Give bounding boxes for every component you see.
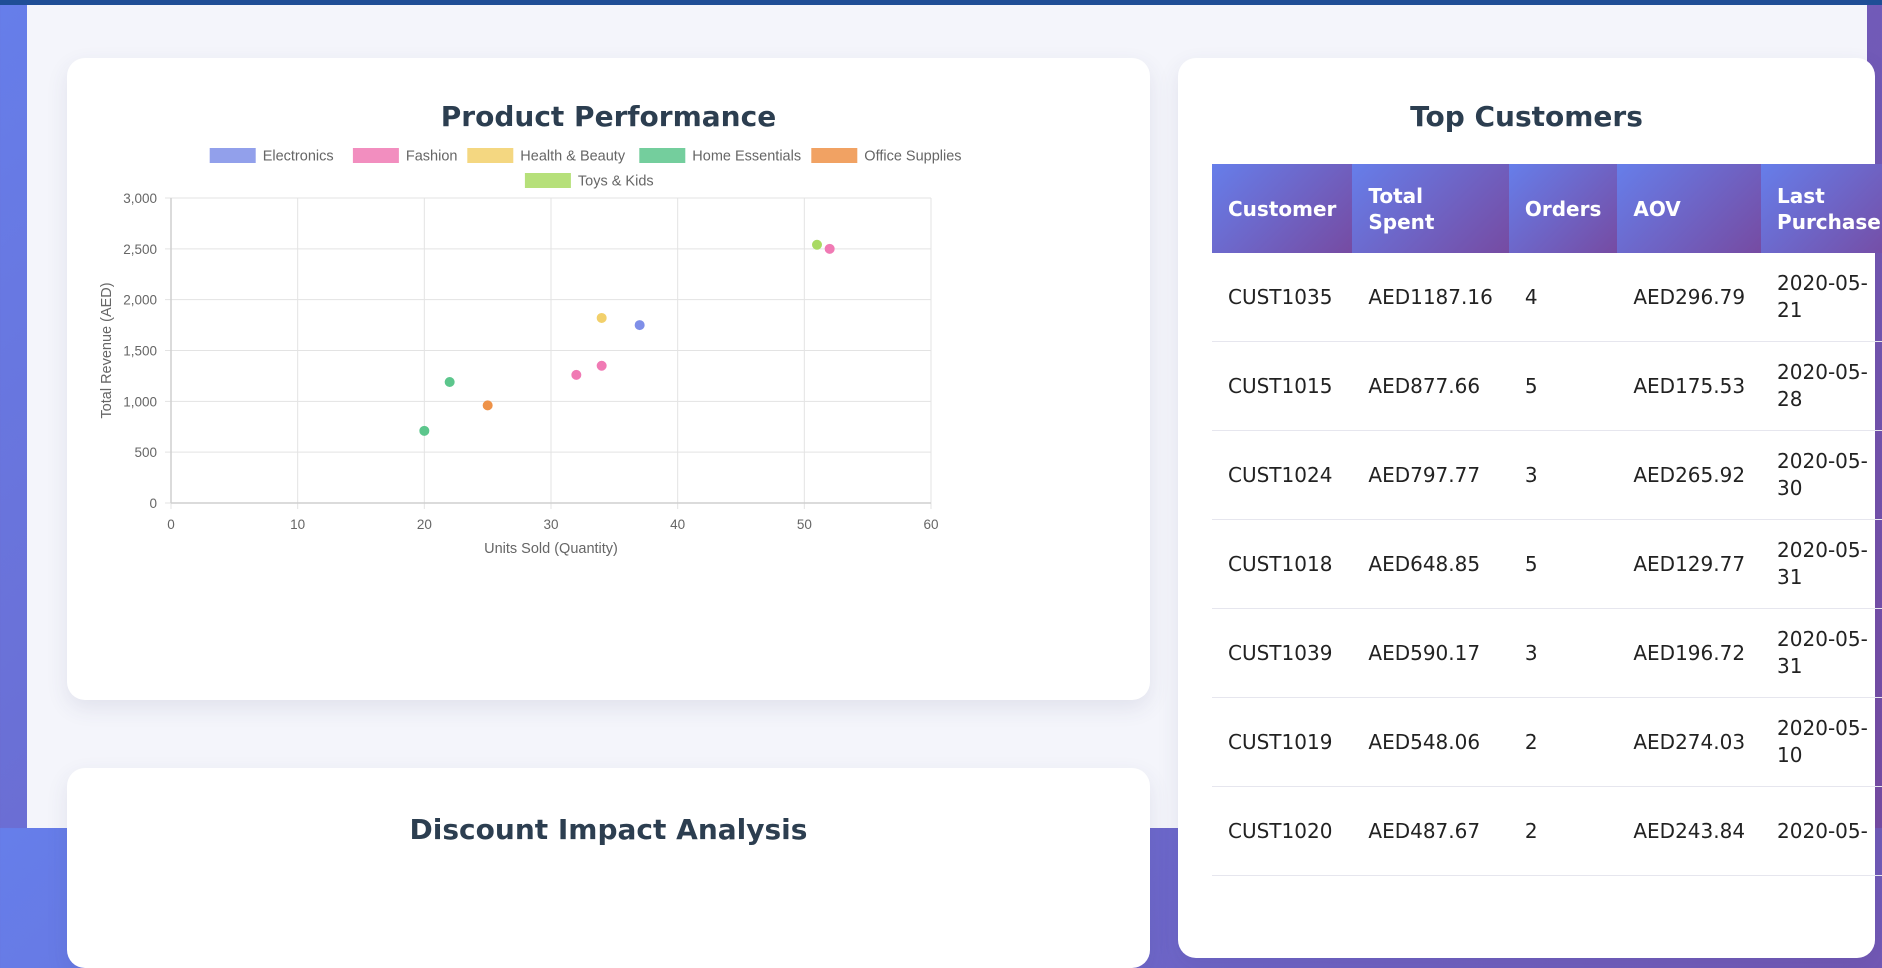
top-customers-title: Top Customers	[1410, 100, 1643, 133]
legend-swatch	[467, 148, 514, 163]
y-tick-label: 2,000	[123, 293, 157, 308]
total-spent-cell: AED590.17	[1352, 608, 1509, 698]
column-header-total-spent[interactable]: Total Spent	[1352, 164, 1509, 253]
legend-label: Health & Beauty	[520, 149, 626, 165]
legend-label: Home Essentials	[692, 149, 801, 165]
table-row[interactable]: CUST1024 AED797.77 3 AED265.92 2020-05-30	[1212, 430, 1882, 520]
orders-cell: 3	[1508, 430, 1618, 520]
aov-cell: AED196.72	[1617, 608, 1762, 698]
data-point	[634, 320, 645, 331]
y-tick-label: 2,500	[123, 242, 157, 257]
legend-label: Fashion	[406, 149, 458, 165]
last-purchase-cell: 2020-05-28	[1761, 341, 1882, 431]
total-spent-cell: AED877.66	[1352, 341, 1509, 431]
aov-cell: AED243.84	[1617, 786, 1762, 876]
column-header-orders[interactable]: Orders	[1508, 164, 1618, 253]
y-tick-label: 0	[149, 496, 157, 511]
column-header-last-purchase[interactable]: Last Purchase	[1761, 164, 1882, 253]
customer-id-cell: CUST1019	[1212, 697, 1353, 787]
column-header-aov[interactable]: AOV	[1617, 164, 1762, 253]
customer-id-cell: CUST1020	[1212, 786, 1353, 876]
product-performance-card: Product Performance 0 10 20 30 40 50 60 0 500 1,0…	[67, 58, 1150, 700]
last-purchase-cell: 2020-05-10	[1761, 697, 1882, 787]
x-axis-title: Units Sold (Quantity)	[484, 541, 618, 557]
x-tick-label: 20	[417, 517, 432, 532]
last-purchase-cell: 2020-05-21	[1761, 253, 1882, 342]
table-header-row: Customer Total Spent Orders AOV Last Pur…	[1212, 164, 1882, 253]
legend-swatch	[811, 148, 858, 163]
column-header-customer[interactable]: Customer	[1212, 164, 1353, 253]
orders-cell: 5	[1508, 519, 1618, 609]
total-spent-cell: AED548.06	[1352, 697, 1509, 787]
legend-swatch	[352, 148, 399, 163]
data-point	[824, 243, 835, 254]
total-spent-cell: AED797.77	[1352, 430, 1509, 520]
x-tick-label: 60	[923, 517, 938, 532]
customer-id-cell: CUST1035	[1212, 253, 1353, 342]
data-point	[444, 377, 455, 388]
aov-cell: AED175.53	[1617, 341, 1762, 431]
legend-label: Office Supplies	[864, 149, 961, 165]
customer-id-cell: CUST1018	[1212, 519, 1353, 609]
legend-swatch	[639, 148, 686, 163]
aov-cell: AED296.79	[1617, 253, 1762, 342]
orders-cell: 2	[1508, 786, 1618, 876]
x-tick-label: 10	[290, 517, 305, 532]
data-point	[482, 400, 493, 411]
total-spent-cell: AED1187.16	[1352, 253, 1509, 342]
y-tick-label: 3,000	[123, 191, 157, 206]
orders-cell: 2	[1508, 697, 1618, 787]
data-point	[596, 312, 607, 323]
legend-label: Electronics	[263, 149, 334, 165]
orders-cell: 4	[1508, 253, 1618, 342]
customer-id-cell: CUST1024	[1212, 430, 1353, 520]
y-tick-label: 500	[134, 445, 157, 460]
x-tick-label: 30	[543, 517, 558, 532]
customer-id-cell: CUST1015	[1212, 341, 1353, 431]
x-tick-label: 0	[167, 517, 175, 532]
x-tick-label: 50	[797, 517, 812, 532]
last-purchase-cell: 2020-05-	[1761, 786, 1882, 876]
orders-cell: 3	[1508, 608, 1618, 698]
dashboard-canvas: Product Performance 0 10 20 30 40 50 60 0 500 1,0…	[27, 5, 1882, 968]
table-row[interactable]: CUST1018 AED648.85 5 AED129.77 2020-05-31	[1212, 519, 1882, 609]
table-row[interactable]: CUST1039 AED590.17 3 AED196.72 2020-05-31	[1212, 608, 1882, 698]
x-tick-label: 40	[670, 517, 685, 532]
legend-swatch	[524, 173, 571, 188]
top-customers-card: Top Customers Customer Total Spent Order…	[1178, 58, 1882, 958]
orders-cell: 5	[1508, 341, 1618, 431]
aov-cell: AED274.03	[1617, 697, 1762, 787]
product-performance-scatter-chart: 0 10 20 30 40 50 60 0 500 1,000 1,500 2,000 2,500 3,0…	[99, 148, 962, 557]
last-purchase-cell: 2020-05-31	[1761, 519, 1882, 609]
y-tick-label: 1,500	[123, 344, 157, 359]
discount-impact-card: Discount Impact Analysis	[67, 768, 1150, 968]
y-tick-label: 1,000	[123, 394, 157, 409]
customer-id-cell: CUST1039	[1212, 608, 1353, 698]
last-purchase-cell: 2020-05-31	[1761, 608, 1882, 698]
discount-impact-title: Discount Impact Analysis	[409, 813, 808, 846]
legend-swatch	[209, 148, 256, 163]
aov-cell: AED129.77	[1617, 519, 1762, 609]
total-spent-cell: AED487.67	[1352, 786, 1509, 876]
table-row[interactable]: CUST1015 AED877.66 5 AED175.53 2020-05-28	[1212, 341, 1882, 431]
top-customers-table: Customer Total Spent Orders AOV Last Pur…	[1212, 164, 1882, 876]
data-point	[812, 239, 822, 250]
table-row[interactable]: CUST1019 AED548.06 2 AED274.03 2020-05-10	[1212, 697, 1882, 787]
last-purchase-cell: 2020-05-30	[1761, 430, 1882, 520]
y-axis-title: Total Revenue (AED)	[99, 282, 115, 418]
data-point	[596, 360, 607, 371]
data-point	[571, 369, 582, 380]
table-row[interactable]: CUST1035 AED1187.16 4 AED296.79 2020-05-21	[1212, 253, 1882, 342]
data-point	[419, 425, 430, 436]
total-spent-cell: AED648.85	[1352, 519, 1509, 609]
aov-cell: AED265.92	[1617, 430, 1762, 520]
legend-label: Toys & Kids	[578, 174, 654, 190]
table-row[interactable]: CUST1020 AED487.67 2 AED243.84 2020-05-	[1212, 786, 1882, 876]
